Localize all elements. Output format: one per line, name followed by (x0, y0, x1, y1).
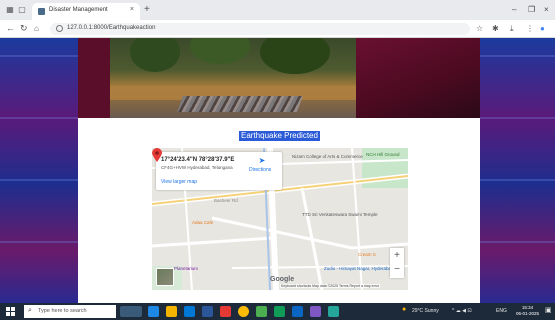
tab-title: Disaster Management (49, 7, 108, 13)
map-address: CF4G+HVW Hyderabad, Telangana (161, 165, 233, 170)
chrome-icon[interactable] (238, 306, 249, 317)
new-tab-icon[interactable]: + (144, 5, 150, 15)
download-icon[interactable]: ⤓ (510, 24, 514, 34)
tray-icons[interactable]: ^ ☁ ◀ ⊡ (452, 308, 472, 314)
menu-icon[interactable]: ⋮ (526, 24, 534, 33)
tab-search-icon[interactable]: ▢ (18, 6, 26, 14)
address-bar-row: ← ↻ ⌂ 127.0.0.1:8000/Earthquakeaction ☆ … (0, 20, 555, 38)
profile-icon[interactable]: ▦ (6, 6, 14, 14)
reload-icon[interactable]: ↻ (20, 24, 28, 33)
browser-logo-icon[interactable]: ● (540, 24, 545, 33)
store-icon[interactable] (184, 306, 195, 317)
map-label-college[interactable]: Nizam College of Arts & Commerce (292, 154, 363, 159)
left-background-panel (0, 38, 78, 303)
map-footer[interactable]: Keyboard shortcuts Map data ©2025 Terms … (280, 284, 381, 288)
google-logo: Google (270, 276, 295, 283)
task-view-icon[interactable] (120, 306, 142, 317)
map-label-zudio[interactable]: Zudio - Himayat Nagar, Hyderabad (324, 266, 394, 271)
zoom-in-button[interactable]: + (390, 249, 404, 263)
weather-icon[interactable]: ● (402, 306, 406, 313)
file-explorer-icon[interactable] (166, 306, 177, 317)
hero-banner (78, 38, 480, 118)
language-indicator[interactable]: ENG (496, 308, 507, 314)
map-label-planetarium[interactable]: Planetarium (174, 266, 198, 271)
edge-icon[interactable] (148, 306, 159, 317)
clock-date: 06-01-2025 (516, 311, 540, 316)
directions-link[interactable]: Directions (249, 167, 271, 173)
bookmark-star-icon[interactable]: ☆ (476, 24, 483, 33)
app-icon-green[interactable] (256, 306, 267, 317)
map-label-adaa-cafe[interactable]: Adaa Cafe (192, 220, 213, 225)
right-background-panel (480, 38, 555, 303)
map-coordinates: 17°24'23.4"N 78°28'37.9"E (161, 157, 235, 163)
tab-close-icon[interactable]: × (130, 6, 134, 13)
browser-tab-strip: ▦ ▢ Disaster Management × + – ❐ × (0, 0, 555, 20)
hero-right-panel (356, 38, 480, 118)
embedded-map[interactable]: 17°24'23.4"N 78°28'37.9"E CF4G+HVW Hyder… (152, 148, 408, 290)
map-label-road: Basheer Rd (214, 198, 238, 203)
site-info-icon[interactable] (56, 25, 63, 32)
satellite-toggle[interactable] (156, 268, 174, 286)
app-icon-teal[interactable] (328, 306, 339, 317)
url-text[interactable]: 127.0.0.1:8000/Earthquakeaction (67, 25, 155, 31)
search-icon: ⌕ (28, 307, 32, 314)
site-favicon-icon (38, 8, 45, 15)
home-icon[interactable]: ⌂ (34, 24, 39, 33)
location-pin-icon[interactable] (152, 148, 162, 162)
directions-icon[interactable]: ➤ (257, 156, 267, 166)
back-icon[interactable]: ← (6, 24, 15, 33)
url-bar[interactable]: 127.0.0.1:8000/Earthquakeaction (50, 23, 470, 35)
weather-text[interactable]: 29°C Sunny (412, 308, 439, 314)
page-content: Earthquake Predicted 17°24'23.4"N 78°28'… (78, 38, 480, 303)
minimize-icon[interactable]: – (512, 5, 516, 14)
map-label-cream[interactable]: Cream S (358, 252, 376, 257)
map-label-ground[interactable]: NCH Hill Ground (366, 152, 400, 157)
page-viewport: Earthquake Predicted 17°24'23.4"N 78°28'… (0, 38, 555, 303)
extensions-icon[interactable]: ✱ (492, 24, 499, 33)
taskbar-search-placeholder: Type here to search (38, 308, 87, 314)
view-larger-map-link[interactable]: View larger map (161, 179, 197, 185)
start-button[interactable] (6, 307, 15, 316)
map-zoom-control: + − (390, 248, 404, 278)
taskbar-search[interactable]: ⌕ Type here to search (24, 305, 116, 318)
maximize-icon[interactable]: ❐ (528, 5, 535, 14)
tab-disaster-management[interactable]: Disaster Management × (32, 3, 140, 20)
map-label-temple[interactable]: TTD Sri Venkateswara Swami Temple (302, 212, 377, 217)
prediction-result: Earthquake Predicted (239, 131, 320, 141)
word-icon[interactable] (202, 306, 213, 317)
app-icon-sheets[interactable] (274, 306, 285, 317)
app-icon-blue[interactable] (292, 306, 303, 317)
map-info-card: 17°24'23.4"N 78°28'37.9"E CF4G+HVW Hyder… (156, 152, 282, 190)
flood-photo (110, 38, 356, 118)
app-icon-red[interactable] (220, 306, 231, 317)
notification-icon[interactable]: ▣ (545, 306, 552, 314)
window-close-icon[interactable]: × (544, 5, 549, 14)
windows-taskbar: ⌕ Type here to search ● 29°C Sunny ^ ☁ ◀… (0, 303, 555, 320)
zoom-out-button[interactable]: − (390, 263, 404, 277)
vs-code-icon[interactable] (310, 306, 321, 317)
taskbar-clock[interactable]: 15:34 06-01-2025 (516, 305, 539, 317)
